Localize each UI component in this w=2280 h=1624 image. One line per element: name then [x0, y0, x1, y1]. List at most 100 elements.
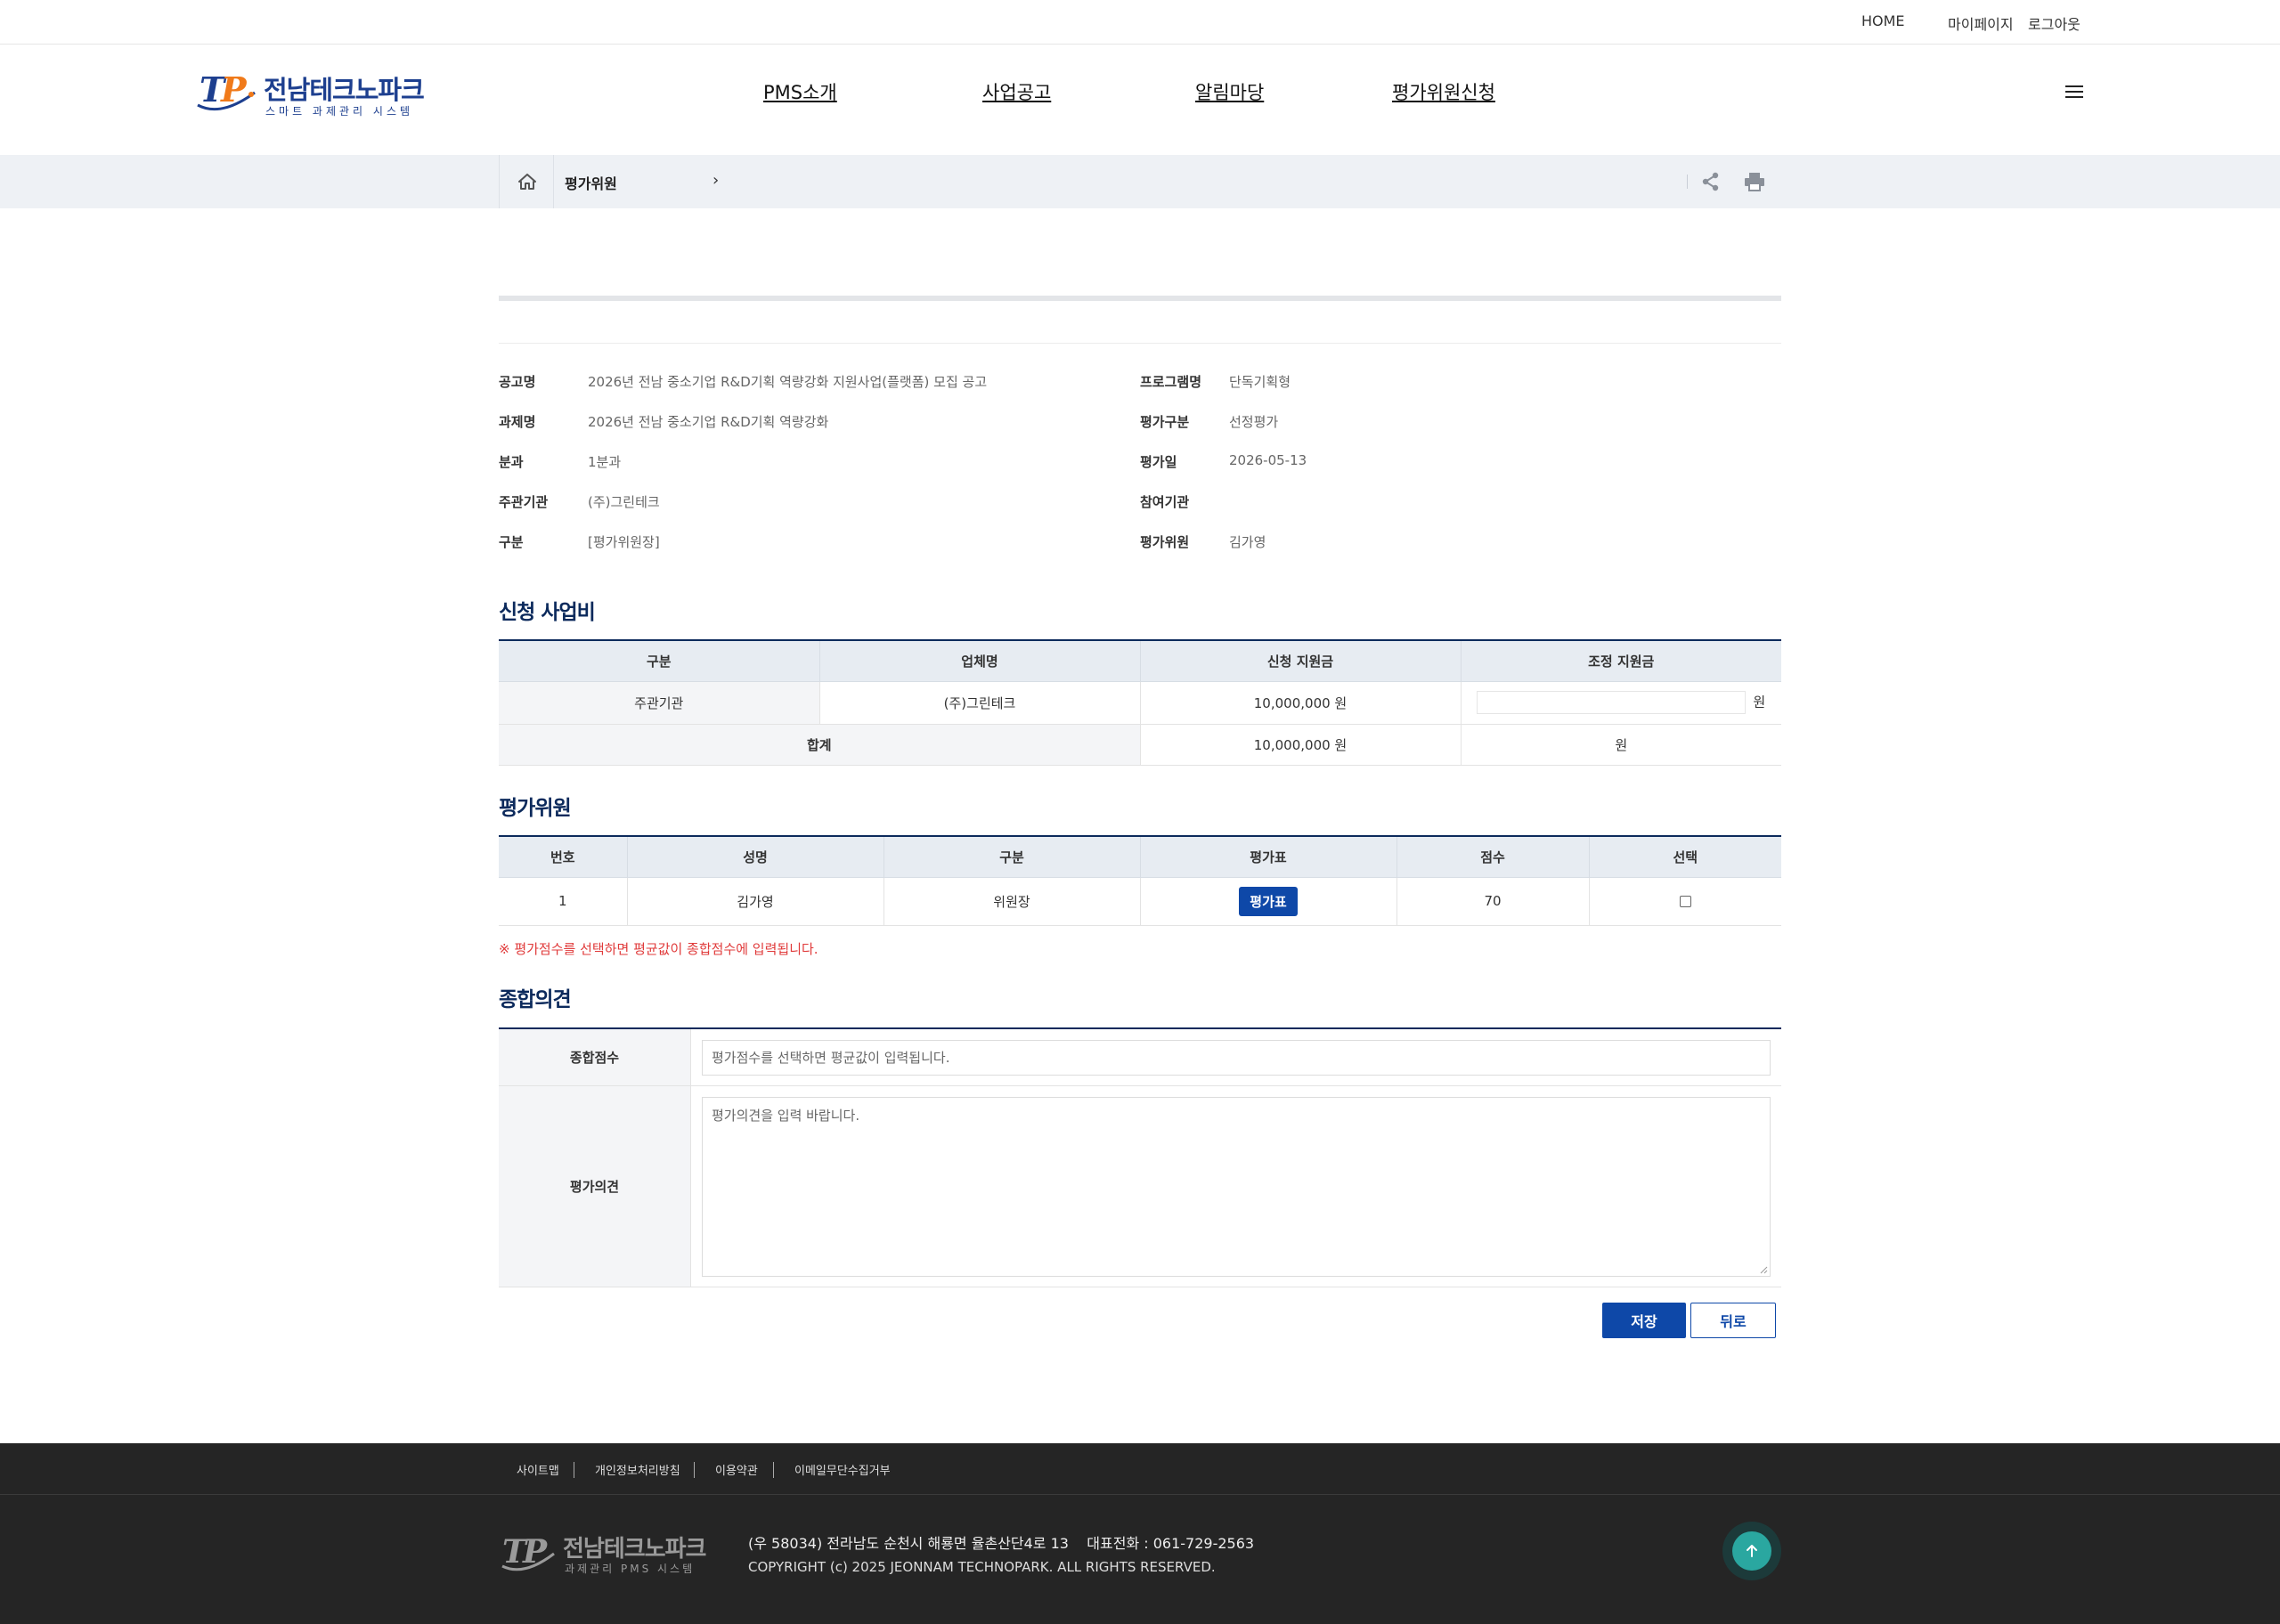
- gnb-notice-board[interactable]: 알림마당: [1195, 78, 1264, 105]
- site-header: T P 전남테크노파크 스마트 과제관리 시스템 PMS소개 사업공고 알림마당…: [0, 45, 2280, 155]
- cell-total-requested: 10,000,000 원: [1140, 724, 1462, 766]
- footer-link-no-email[interactable]: 이메일무단수집거부: [794, 1461, 891, 1478]
- info-value-eval-type: 선정평가: [1229, 414, 1279, 430]
- opinion-textarea[interactable]: 평가의견을 입력 바랍니다.: [702, 1097, 1771, 1277]
- th-requested: 신청 지원금: [1140, 640, 1462, 682]
- footer-address: (우 58034) 전라남도 순천시 해룡면 율촌산단4로 13 대표전화 : …: [748, 1535, 1255, 1552]
- info-value-evaluator: 김가영: [1229, 534, 1266, 550]
- page-title-divider: [499, 296, 1781, 301]
- score-notice: ※ 평가점수를 선택하면 평균값이 종합점수에 입력됩니다.: [499, 941, 818, 957]
- table-row: 1 김가영 위원장 평가표 70: [499, 877, 1781, 926]
- breadcrumb: 평가위원 ›: [0, 155, 2280, 208]
- score-label: 종합점수: [499, 1029, 691, 1085]
- th-adjusted: 조정 지원금: [1461, 640, 1781, 682]
- arrow-up-icon: [1747, 1545, 1757, 1557]
- print-icon[interactable]: [1744, 172, 1765, 191]
- cell-select: [1589, 877, 1781, 926]
- table-header-row: 번호 성명 구분 평가표 점수 선택: [499, 836, 1781, 878]
- svg-text:P: P: [522, 1533, 548, 1571]
- cell-score: 70: [1396, 877, 1590, 926]
- evaluators-table: 번호 성명 구분 평가표 점수 선택 1 김가영 위원장 평가표 70: [499, 835, 1781, 926]
- footer-link-terms[interactable]: 이용약관: [715, 1461, 758, 1478]
- logout-link[interactable]: 로그아웃: [2028, 12, 2080, 34]
- footer-logo-name: 전남테크노파크: [563, 1536, 706, 1563]
- info-value-notice: 2026년 전남 중소기업 R&D기획 역량강화 지원사업(플랫폼) 모집 공고: [588, 374, 988, 390]
- cell-total-adjusted: 원: [1461, 724, 1781, 766]
- evaluation-sheet-button[interactable]: 평가표: [1239, 886, 1298, 916]
- info-label-division: 분과: [499, 454, 524, 470]
- opinion-section-title: 종합의견: [499, 988, 572, 1011]
- gnb-business-notice[interactable]: 사업공고: [982, 78, 1051, 105]
- info-value-eval-date: 2026-05-13: [1229, 452, 1307, 468]
- opinion-row: 평가의견 평가의견을 입력 바랍니다.: [499, 1086, 1781, 1287]
- info-value-division: 1분과: [588, 454, 622, 470]
- info-label-eval-date: 평가일: [1140, 454, 1177, 470]
- info-value-type: [평가위원장]: [588, 534, 660, 550]
- gnb-pms-intro[interactable]: PMS소개: [763, 78, 837, 105]
- cell-sheet: 평가표: [1140, 877, 1397, 926]
- cell-no: 1: [499, 877, 628, 926]
- th-name: 성명: [627, 836, 884, 878]
- info-label-notice: 공고명: [499, 374, 536, 390]
- divider: [1687, 175, 1688, 189]
- gnb-evaluator-apply[interactable]: 평가위원신청: [1392, 78, 1495, 105]
- adjusted-amount-input[interactable]: [1477, 691, 1747, 714]
- chevron-right-icon[interactable]: ›: [712, 171, 719, 190]
- table-total-row: 합계 10,000,000 원 원: [499, 724, 1781, 766]
- footer-logo: T P 전남테크노파크 과제관리 PMS 시스템: [499, 1529, 712, 1579]
- site-footer: 사이트맵 개인정보처리방침 이용약관 이메일무단수집거부 T P 전남테크노파크…: [0, 1443, 2280, 1624]
- resize-grip-icon[interactable]: [1759, 1265, 1768, 1274]
- cell-requested: 10,000,000 원: [1140, 681, 1462, 725]
- svg-text:P: P: [220, 69, 248, 110]
- footer-logo-subtitle: 과제관리 PMS 시스템: [565, 1563, 696, 1575]
- logo-mark-icon: T P: [197, 69, 256, 111]
- th-type: 구분: [499, 640, 820, 682]
- footer-link-privacy[interactable]: 개인정보처리방침: [595, 1461, 680, 1478]
- opinion-placeholder: 평가의견을 입력 바랍니다.: [712, 1108, 860, 1124]
- score-row: 종합점수 평가점수를 선택하면 평균값이 입력됩니다.: [499, 1029, 1781, 1086]
- cell-adjusted: 원: [1461, 681, 1781, 725]
- mypage-link[interactable]: 마이페이지: [1948, 12, 2014, 34]
- table-header-row: 구분 업체명 신청 지원금 조정 지원금: [499, 640, 1781, 682]
- home-link[interactable]: HOME: [1861, 12, 1905, 29]
- share-icon[interactable]: [1701, 172, 1721, 191]
- utility-bar: HOME 마이페이지 로그아웃: [0, 0, 2280, 45]
- logo-name: 전남테크노파크: [264, 75, 425, 105]
- info-value-program: 단독기획형: [1229, 374, 1291, 390]
- divider: [773, 1462, 774, 1478]
- total-score-input[interactable]: 평가점수를 선택하면 평균값이 입력됩니다.: [702, 1040, 1771, 1076]
- cell-name: 김가영: [627, 877, 884, 926]
- cell-company: (주)그린테크: [819, 681, 1141, 725]
- footer-copyright: COPYRIGHT (c) 2025 JEONNAM TECHNOPARK. A…: [748, 1559, 1216, 1575]
- site-logo[interactable]: T P 전남테크노파크 스마트 과제관리 시스템: [194, 66, 425, 119]
- info-value-lead-org: (주)그린테크: [588, 494, 660, 510]
- breadcrumb-current[interactable]: 평가위원: [565, 172, 617, 193]
- opinion-table: 종합점수 평가점수를 선택하면 평균값이 입력됩니다. 평가의견 평가의견을 입…: [499, 1027, 1781, 1287]
- select-checkbox[interactable]: [1679, 896, 1691, 907]
- breadcrumb-home[interactable]: [499, 155, 554, 208]
- th-select: 선택: [1589, 836, 1781, 878]
- unit-label: 원: [1753, 694, 1766, 710]
- opinion-label: 평가의견: [499, 1086, 691, 1287]
- info-value-project: 2026년 전남 중소기업 R&D기획 역량강화: [588, 414, 829, 430]
- info-label-eval-type: 평가구분: [1140, 414, 1190, 430]
- th-role: 구분: [884, 836, 1141, 878]
- back-button[interactable]: 뒤로: [1690, 1303, 1776, 1338]
- footer-link-sitemap[interactable]: 사이트맵: [517, 1461, 559, 1478]
- save-button[interactable]: 저장: [1602, 1303, 1686, 1338]
- cell-role: 위원장: [884, 877, 1141, 926]
- scroll-top-button[interactable]: [1722, 1522, 1781, 1580]
- cell-total-label: 합계: [499, 724, 1141, 766]
- cell-type: 주관기관: [499, 681, 820, 725]
- table-row: 주관기관 (주)그린테크 10,000,000 원 원: [499, 681, 1781, 725]
- hamburger-icon[interactable]: [2063, 82, 2086, 102]
- footer-logo-mark-icon: T P: [501, 1533, 555, 1571]
- th-score: 점수: [1396, 836, 1590, 878]
- info-label-project: 과제명: [499, 414, 536, 430]
- footer-links: 사이트맵 개인정보처리방침 이용약관 이메일무단수집거부: [0, 1443, 2280, 1495]
- info-label-program: 프로그램명: [1140, 374, 1202, 390]
- info-label-evaluator: 평가위원: [1140, 534, 1190, 550]
- budget-section-title: 신청 사업비: [499, 601, 596, 624]
- th-company: 업체명: [819, 640, 1141, 682]
- info-label-participant-org: 참여기관: [1140, 494, 1190, 510]
